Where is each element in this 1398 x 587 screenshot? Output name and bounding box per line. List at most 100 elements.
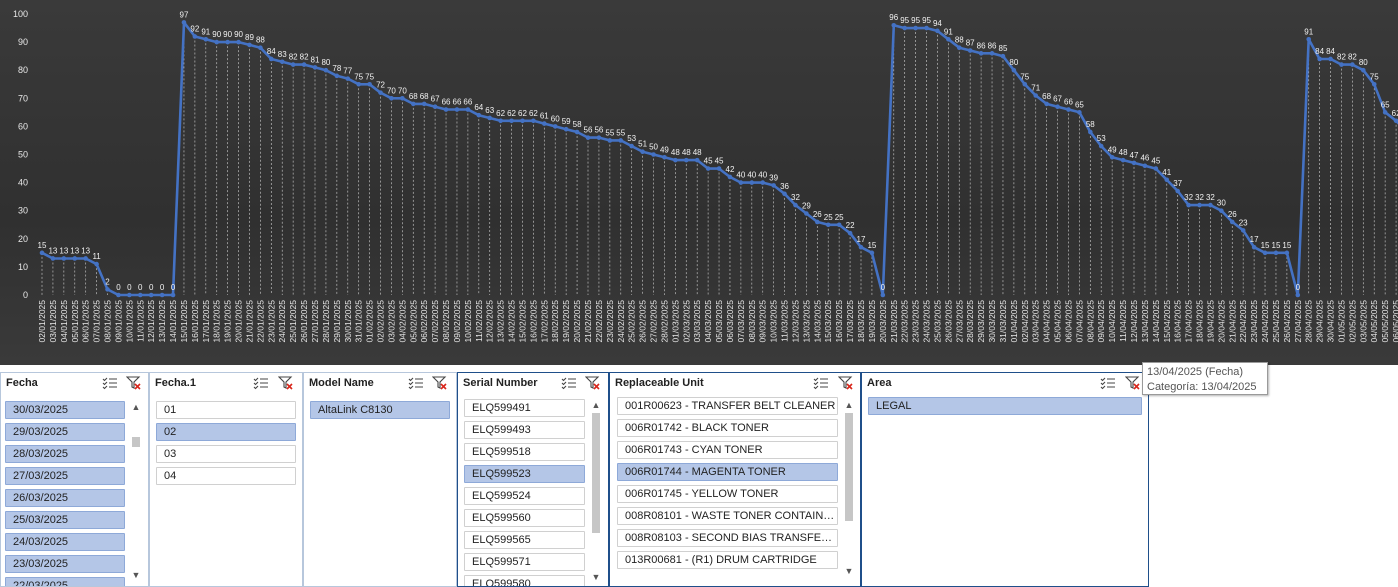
x-tick-label: 08/04/2025 — [1085, 300, 1095, 343]
x-tick-label: 12/02/2025 — [485, 300, 495, 343]
slicer-item[interactable]: ELQ599565 — [464, 531, 585, 549]
data-point — [181, 20, 187, 25]
slicer-item[interactable]: 01 — [156, 401, 296, 419]
slicer-item[interactable]: ELQ599491 — [464, 399, 585, 417]
x-tick-label: 01/03/2025 — [670, 300, 680, 343]
data-point — [1098, 143, 1104, 149]
multi-select-icon[interactable] — [561, 376, 577, 390]
slicer-item[interactable]: ELQ599560 — [464, 509, 585, 527]
slicer-item[interactable]: LEGAL — [868, 397, 1142, 415]
slicer-item[interactable]: 22/03/2025 — [5, 577, 125, 586]
data-label: 70 — [387, 86, 396, 95]
data-point — [345, 76, 351, 81]
slicer-item[interactable]: ELQ599518 — [464, 443, 585, 461]
data-point — [1306, 36, 1312, 42]
slicer-item[interactable]: 30/03/2025 — [5, 401, 125, 419]
slicer-item[interactable]: ELQ599523 — [464, 465, 585, 483]
scroll-thumb[interactable] — [592, 413, 600, 533]
slicer-item[interactable]: 008R08101 - WASTE TONER CONTAINER — [617, 507, 838, 525]
x-tick-label: 16/04/2025 — [1173, 300, 1183, 343]
scroll-up-icon[interactable]: ▲ — [129, 401, 143, 413]
data-label: 75 — [365, 72, 374, 81]
clear-filter-icon[interactable] — [584, 376, 601, 390]
clear-filter-icon[interactable] — [1124, 376, 1141, 390]
x-tick-label: 24/01/2025 — [277, 300, 287, 343]
data-label: 90 — [234, 30, 243, 39]
data-label: 62 — [1392, 109, 1398, 118]
clear-filter-icon[interactable] — [125, 376, 142, 390]
multi-select-icon[interactable] — [253, 376, 269, 390]
data-point — [782, 191, 787, 197]
slicer-item[interactable]: ELQ599580 — [464, 575, 585, 586]
slicer-item[interactable]: 006R01744 - MAGENTA TONER — [617, 463, 838, 481]
slicer-item[interactable]: 28/03/2025 — [5, 445, 125, 463]
slicer-item[interactable]: 23/03/2025 — [5, 555, 125, 573]
data-label: 17 — [1250, 235, 1259, 244]
scroll-down-icon[interactable]: ▼ — [842, 565, 856, 577]
x-tick-label: 22/01/2025 — [255, 300, 265, 343]
multi-select-icon[interactable] — [102, 376, 118, 390]
x-tick-label: 13/04/2025 — [1140, 300, 1150, 343]
x-tick-label: 22/04/2025 — [1238, 300, 1248, 343]
slicer-item[interactable]: 29/03/2025 — [5, 423, 125, 441]
data-label: 86 — [988, 41, 997, 50]
y-tick-label: 0 — [23, 290, 28, 300]
data-point — [1066, 107, 1071, 112]
scroll-up-icon[interactable]: ▲ — [589, 399, 603, 411]
data-label: 84 — [267, 47, 276, 56]
slicer-item[interactable]: 24/03/2025 — [5, 533, 125, 551]
slicer-item[interactable]: 02 — [156, 423, 296, 441]
clear-filter-icon[interactable] — [431, 376, 448, 390]
slicer-item[interactable]: 03 — [156, 445, 296, 463]
slicer-item[interactable]: 006R01745 - YELLOW TONER — [617, 485, 838, 503]
slicer-item[interactable]: ELQ599524 — [464, 487, 585, 505]
data-point — [1011, 67, 1017, 73]
clear-filter-icon[interactable] — [837, 376, 854, 390]
slicer-item[interactable]: ELQ599493 — [464, 421, 585, 439]
data-point — [924, 25, 929, 31]
scroll-thumb[interactable] — [132, 437, 140, 447]
x-tick-label: 28/04/2025 — [1304, 300, 1314, 343]
data-point — [1273, 250, 1279, 256]
scrollbar[interactable]: ▲ ▼ — [129, 401, 143, 581]
slicer-item[interactable]: AltaLink C8130 — [310, 401, 450, 419]
x-tick-label: 28/03/2025 — [965, 300, 975, 343]
scroll-thumb[interactable] — [845, 413, 853, 521]
slicer-item[interactable]: 006R01743 - CYAN TONER — [617, 441, 838, 459]
multi-select-icon[interactable] — [1100, 376, 1116, 390]
x-tick-label: 17/03/2025 — [845, 300, 855, 343]
slicer-item[interactable]: 013R00681 - (R1) DRUM CARTRIDGE — [617, 551, 838, 569]
data-point — [673, 157, 678, 163]
data-point — [39, 250, 45, 256]
data-label: 32 — [1206, 193, 1215, 202]
data-label: 15 — [1261, 241, 1270, 250]
scroll-down-icon[interactable]: ▼ — [589, 571, 603, 583]
data-label: 0 — [160, 283, 165, 292]
data-label: 22 — [846, 221, 855, 230]
data-label: 62 — [518, 109, 527, 118]
x-tick-label: 07/02/2025 — [430, 300, 440, 343]
x-tick-label: 09/03/2025 — [758, 300, 768, 343]
multi-select-icon[interactable] — [813, 376, 829, 390]
slicer-item[interactable]: 04 — [156, 467, 296, 485]
data-point — [148, 292, 154, 298]
slicer-item[interactable]: ELQ599571 — [464, 553, 585, 571]
slicer-item[interactable]: 008R08103 - SECOND BIAS TRANSFER ... — [617, 529, 838, 547]
multi-select-icon[interactable] — [408, 376, 424, 390]
data-label: 13 — [59, 246, 68, 255]
slicer-item[interactable]: 25/03/2025 — [5, 511, 125, 529]
scroll-down-icon[interactable]: ▼ — [129, 569, 143, 581]
scrollbar[interactable]: ▲ ▼ — [842, 399, 856, 579]
clear-filter-icon[interactable] — [277, 376, 294, 390]
slicer-item[interactable]: 26/03/2025 — [5, 489, 125, 507]
data-point — [1240, 228, 1246, 233]
data-label: 15 — [38, 241, 47, 250]
data-label: 91 — [944, 27, 953, 36]
slicer-item[interactable]: 001R00623 - TRANSFER BELT CLEANER — [617, 397, 838, 415]
x-tick-label: 24/03/2025 — [922, 300, 932, 343]
scrollbar[interactable]: ▲ ▼ — [589, 399, 603, 583]
data-point — [651, 152, 656, 157]
slicer-item[interactable]: 006R01742 - BLACK TONER — [617, 419, 838, 437]
scroll-up-icon[interactable]: ▲ — [842, 399, 856, 411]
slicer-item[interactable]: 27/03/2025 — [5, 467, 125, 485]
